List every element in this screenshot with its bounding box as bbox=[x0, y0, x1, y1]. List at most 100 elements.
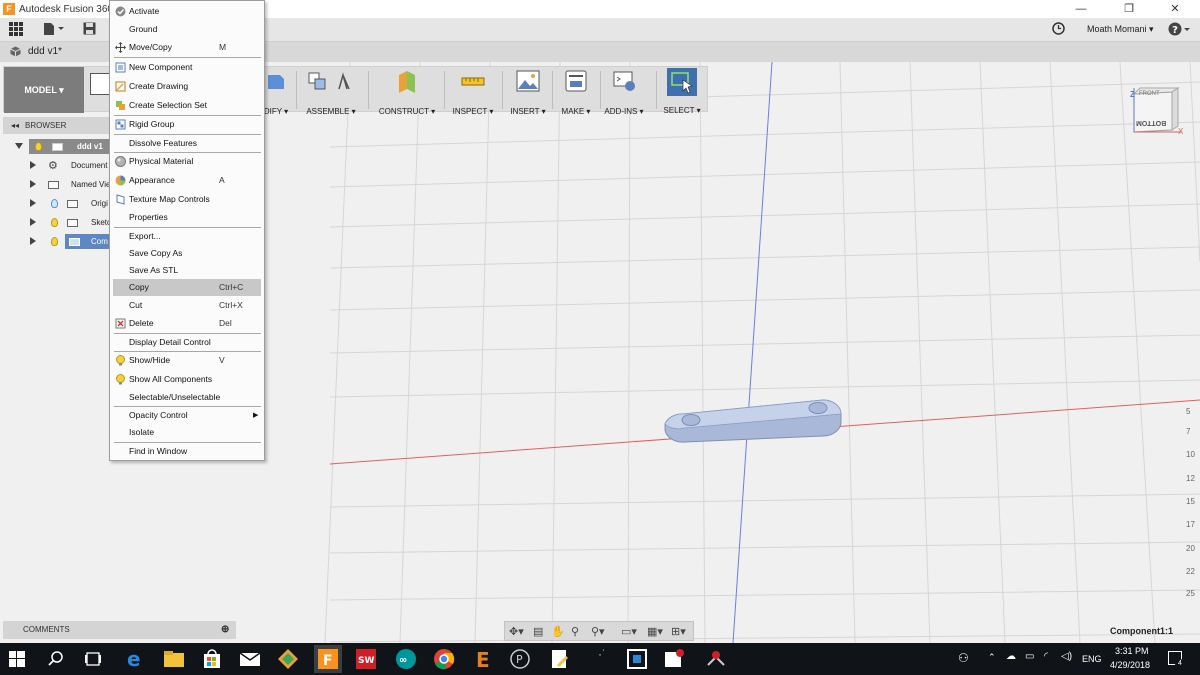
viewports-icon[interactable]: ⊞▾ bbox=[671, 625, 686, 638]
arduino-icon[interactable]: ∞ bbox=[394, 647, 418, 671]
pan-hand-icon[interactable]: ✋ bbox=[551, 625, 565, 638]
svg-text:P: P bbox=[516, 653, 523, 666]
menu-item-show-all-components[interactable]: Show All Components bbox=[111, 371, 263, 388]
viewcube[interactable]: Z FRONT BOTTOM X bbox=[1126, 86, 1188, 146]
edge-browser-icon[interactable]: e bbox=[124, 647, 148, 671]
search-icon[interactable] bbox=[48, 651, 64, 667]
file-explorer-icon[interactable] bbox=[162, 647, 186, 671]
app-circle-p-icon[interactable]: P bbox=[508, 647, 532, 671]
app-e-icon[interactable]: E bbox=[470, 647, 494, 671]
toolbar-select[interactable]: SELECT ▾ bbox=[660, 68, 704, 115]
wifi-icon[interactable]: ◜ bbox=[1044, 651, 1048, 662]
battery-icon[interactable]: ▭ bbox=[1025, 651, 1034, 662]
chrome-icon[interactable] bbox=[432, 647, 456, 671]
app-snip-icon[interactable] bbox=[704, 647, 728, 671]
visibility-bulb-icon[interactable] bbox=[35, 142, 42, 151]
clock-time[interactable]: 3:31 PM bbox=[1115, 646, 1149, 656]
menu-item-new-component[interactable]: New Component bbox=[111, 59, 263, 76]
part-body[interactable] bbox=[663, 396, 845, 444]
task-view-icon[interactable] bbox=[84, 651, 102, 667]
volume-icon[interactable]: ◁) bbox=[1061, 651, 1072, 662]
show-hidden-icons-icon[interactable]: ⌃ bbox=[988, 652, 996, 663]
menu-item-create-drawing[interactable]: Create Drawing bbox=[111, 78, 263, 95]
toolbar-construct[interactable]: CONSTRUCT ▾ bbox=[376, 69, 438, 116]
display-settings-icon[interactable]: ▭▾ bbox=[621, 625, 637, 638]
fusion360-taskbar-icon[interactable]: F bbox=[314, 645, 342, 673]
menu-item-activate[interactable]: Activate bbox=[111, 3, 263, 20]
menu-item-physical-material[interactable]: Physical Material bbox=[111, 153, 263, 170]
menu-item-cut[interactable]: Cut Ctrl+X bbox=[111, 297, 263, 314]
expand-arrow-icon[interactable] bbox=[30, 218, 36, 226]
windows-start-icon[interactable] bbox=[9, 651, 25, 667]
menu-item-properties[interactable]: Properties bbox=[111, 209, 263, 226]
help-icon[interactable]: ? bbox=[1168, 21, 1192, 40]
viewcube-front-label[interactable]: FRONT bbox=[1139, 91, 1160, 97]
menu-item-export[interactable]: Export... bbox=[111, 228, 263, 245]
menu-item-find-in-window[interactable]: Find in Window bbox=[111, 443, 263, 460]
menu-item-isolate[interactable]: Isolate bbox=[111, 424, 263, 441]
visibility-bulb-icon[interactable] bbox=[51, 199, 58, 208]
toolbar-add-ins[interactable]: ADD-INS ▾ bbox=[604, 69, 644, 116]
app-paint-icon[interactable] bbox=[662, 647, 686, 671]
toolbar-group-label: ASSEMBLE ▾ bbox=[306, 107, 356, 116]
workspace-switcher[interactable]: MODEL ▾ bbox=[4, 67, 84, 113]
solidworks-icon[interactable]: SW bbox=[354, 647, 378, 671]
store-icon[interactable] bbox=[200, 647, 224, 671]
people-icon[interactable]: ⚇ bbox=[958, 651, 969, 665]
3d-print-icon bbox=[564, 69, 588, 93]
menu-item-save-copy-as[interactable]: Save Copy As bbox=[111, 245, 263, 262]
menu-item-move-copy[interactable]: Move/Copy M bbox=[111, 39, 263, 56]
app-diamond-icon[interactable] bbox=[276, 647, 300, 671]
close-button[interactable]: ✕ bbox=[1152, 0, 1198, 18]
menu-item-save-as-stl[interactable]: Save As STL bbox=[111, 262, 263, 279]
file-menu-icon[interactable] bbox=[43, 22, 65, 39]
expand-arrow-icon[interactable] bbox=[15, 143, 23, 149]
menu-item-appearance[interactable]: Appearance A bbox=[111, 172, 263, 189]
visibility-bulb-icon[interactable] bbox=[51, 218, 58, 227]
menu-item-selectable-unselectable[interactable]: Selectable/Unselectable bbox=[111, 389, 263, 406]
save-icon[interactable] bbox=[83, 22, 96, 38]
menu-item-dissolve-features[interactable]: Dissolve Features bbox=[111, 135, 263, 152]
toolbar-inspect[interactable]: INSPECT ▾ bbox=[450, 69, 496, 116]
add-comment-icon[interactable]: ⊕ bbox=[221, 621, 229, 639]
app-framed-icon[interactable] bbox=[625, 647, 649, 671]
look-at-icon[interactable]: ▤ bbox=[533, 625, 543, 638]
expand-arrow-icon[interactable] bbox=[30, 180, 36, 188]
toolbar-insert[interactable]: INSERT ▾ bbox=[508, 69, 548, 116]
menu-item-display-detail-control[interactable]: Display Detail Control bbox=[111, 334, 263, 351]
menu-item-delete[interactable]: Delete Del bbox=[111, 315, 263, 332]
document-tab[interactable]: ddd v1* bbox=[28, 46, 62, 57]
app-dots-icon[interactable]: ·˙ bbox=[598, 647, 606, 661]
job-status-clock-icon[interactable] bbox=[1052, 22, 1065, 38]
menu-item-copy[interactable]: Copy Ctrl+C bbox=[113, 279, 261, 296]
expand-arrow-icon[interactable] bbox=[30, 199, 36, 207]
menu-item-create-selection-set[interactable]: Create Selection Set bbox=[111, 97, 263, 114]
expand-arrow-icon[interactable] bbox=[30, 161, 36, 169]
app-notes-icon[interactable] bbox=[548, 647, 572, 671]
menu-item-texture-map-controls[interactable]: Texture Map Controls bbox=[111, 191, 263, 208]
mail-icon[interactable] bbox=[238, 647, 262, 671]
fit-zoom-icon[interactable]: ⚲▾ bbox=[591, 625, 605, 638]
toolbar-assemble[interactable]: ASSEMBLE ▾ bbox=[302, 69, 360, 116]
menu-item-show-hide[interactable]: Show/Hide V bbox=[111, 352, 263, 369]
collapse-browser-icon[interactable]: ◂◂ bbox=[11, 121, 19, 130]
data-panel-grid-icon[interactable] bbox=[9, 22, 23, 39]
user-account-menu[interactable]: Moath Momani ▾ bbox=[1087, 24, 1154, 35]
visibility-bulb-icon[interactable] bbox=[51, 237, 58, 246]
restore-button[interactable]: ❐ bbox=[1106, 0, 1152, 18]
minimize-button[interactable]: — bbox=[1058, 0, 1104, 18]
viewcube-bottom-label[interactable]: BOTTOM bbox=[1136, 119, 1166, 126]
clock-date[interactable]: 4/29/2018 bbox=[1110, 660, 1150, 670]
language-indicator[interactable]: ENG bbox=[1082, 654, 1102, 664]
menu-item-rigid-group[interactable]: Rigid Group bbox=[111, 116, 263, 133]
orbit-icon[interactable]: ✥▾ bbox=[509, 625, 524, 638]
tree-item-label: Document bbox=[71, 161, 108, 170]
comments-panel[interactable]: COMMENTS ⊕ bbox=[3, 621, 236, 639]
onedrive-cloud-icon[interactable]: ☁ bbox=[1006, 651, 1016, 662]
menu-item-opacity-control[interactable]: Opacity Control ▶ bbox=[111, 407, 263, 424]
zoom-icon[interactable]: ⚲ bbox=[571, 625, 579, 638]
menu-item-ground[interactable]: Ground bbox=[111, 21, 263, 38]
toolbar-make[interactable]: MAKE ▾ bbox=[556, 69, 596, 116]
grid-settings-icon[interactable]: ▦▾ bbox=[647, 625, 663, 638]
expand-arrow-icon[interactable] bbox=[30, 237, 36, 245]
